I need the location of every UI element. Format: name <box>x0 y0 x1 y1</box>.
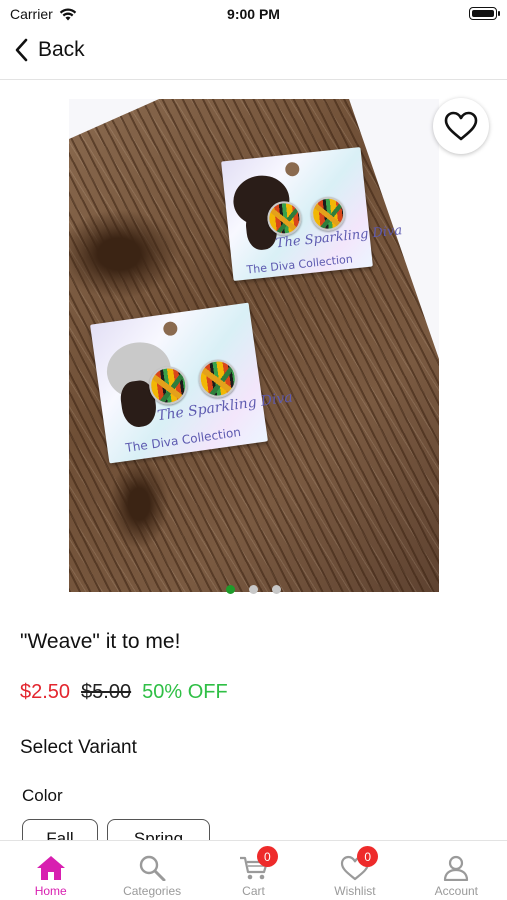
discount-label: 50% OFF <box>142 681 228 703</box>
earring <box>196 357 240 401</box>
card-collection-text: The Diva Collection <box>245 252 354 277</box>
home-icon <box>36 856 65 880</box>
pager-dot[interactable] <box>226 585 235 594</box>
tab-label: Wishlist <box>334 884 376 898</box>
status-bar: Carrier 9:00 PM <box>0 0 507 28</box>
battery-icon <box>469 7 500 20</box>
status-time: 9:00 PM <box>227 6 280 22</box>
wishlist-toggle-button[interactable] <box>433 98 489 154</box>
tab-cart[interactable]: Cart 0 <box>203 841 304 900</box>
variant-heading: Select Variant <box>20 737 137 758</box>
earring <box>309 195 347 233</box>
bottom-tab-bar: Home Categories Cart 0 Wishlist 0 Accoun… <box>0 840 507 900</box>
card-collection-text: The Diva Collection <box>124 424 242 456</box>
tab-home[interactable]: Home <box>0 841 101 900</box>
chevron-left-icon <box>15 38 28 62</box>
product-title: "Weave" it to me! <box>20 630 181 653</box>
wood-knot <box>69 209 179 299</box>
wood-knot <box>109 459 169 549</box>
sale-price: $2.50 <box>20 681 71 703</box>
tab-wishlist[interactable]: Wishlist 0 <box>304 841 405 900</box>
account-icon <box>444 855 469 881</box>
tab-label: Categories <box>123 884 182 898</box>
back-label: Back <box>38 38 85 61</box>
tab-label: Account <box>434 884 478 898</box>
wishlist-count-badge: 0 <box>357 846 379 867</box>
original-price: $5.00 <box>81 681 132 703</box>
pager-dot[interactable] <box>249 585 258 594</box>
heart-outline-icon <box>444 111 478 141</box>
earring-card: The Sparkling Diva The Diva Collection <box>221 147 403 281</box>
cart-count-badge: 0 <box>256 846 278 867</box>
option-label: Color <box>22 786 63 805</box>
pager-dot[interactable] <box>272 585 281 594</box>
back-button[interactable]: Back <box>14 38 85 62</box>
earring-card: The Sparkling Diva The Diva Collection <box>90 302 294 464</box>
search-icon <box>139 855 166 881</box>
price-row: $2.50 $5.00 50% OFF <box>20 681 228 704</box>
image-background-corner <box>69 99 159 139</box>
image-pager <box>0 585 507 594</box>
tab-label: Cart <box>242 884 265 898</box>
navigation-bar: Back <box>0 28 507 80</box>
tab-label: Home <box>34 884 67 898</box>
tab-categories[interactable]: Categories <box>101 841 202 900</box>
product-image[interactable]: The Sparkling Diva The Diva Collection T… <box>69 99 439 592</box>
tab-account[interactable]: Account <box>406 841 507 900</box>
